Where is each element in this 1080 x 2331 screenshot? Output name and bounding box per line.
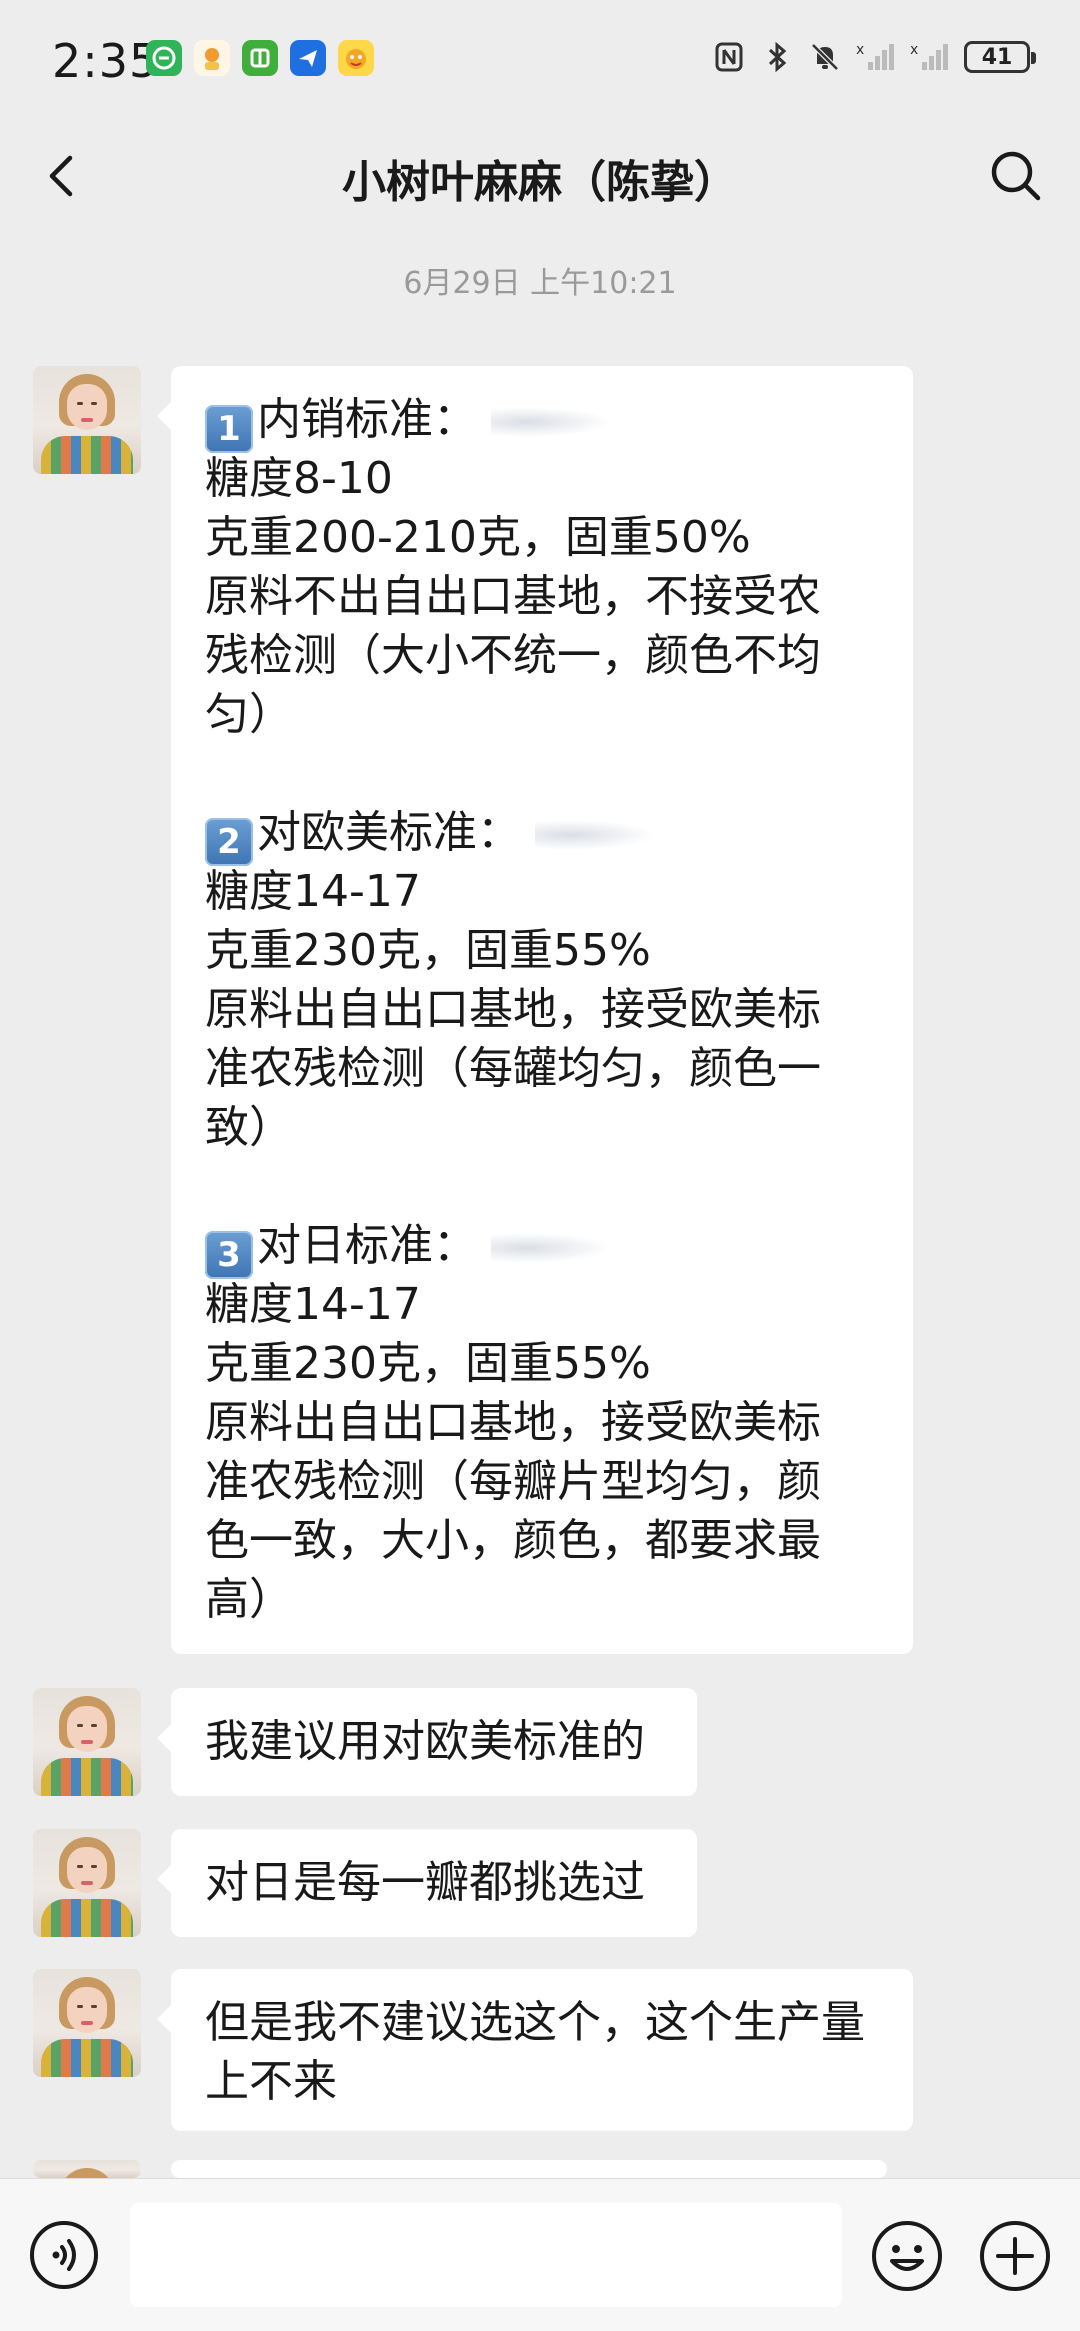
message-line: 准农残检测（每瓣片型均匀，颜 <box>205 1456 821 1507</box>
chat-title: 小树叶麻麻（陈挚） <box>342 157 738 208</box>
message-bubble[interactable]: 我建议用对欧美标准的 <box>157 1688 697 1796</box>
number-3-badge-icon: 3 <box>205 1231 253 1279</box>
blurred-content <box>491 407 611 437</box>
message-line: 残检测（大小不统一，颜色不均 <box>205 630 821 681</box>
orange-mascot-app-icon <box>194 40 230 76</box>
search-icon[interactable] <box>986 146 1046 206</box>
number-1-badge-icon: 1 <box>205 405 253 453</box>
message-line: 原料出自出口基地，接受欧美标 <box>205 984 821 1035</box>
message-line: 3 对日标准： <box>205 1216 879 1279</box>
message-line: 对日是每一瓣都挑选过 <box>205 1857 645 1908</box>
message-bubble[interactable]: 但是我不建议选这个，这个生产量 上不来 <box>157 1969 913 2131</box>
message-line: 原料出自出口基地，接受欧美标 <box>205 1397 821 1448</box>
green-app-icon <box>242 40 278 76</box>
message-bubble[interactable] <box>157 2160 887 2224</box>
message-line: 克重230克，固重55% <box>205 1338 651 1389</box>
avatar[interactable] <box>33 366 141 474</box>
message-input[interactable] <box>130 2203 842 2307</box>
avatar[interactable] <box>33 1688 141 1796</box>
avatar[interactable] <box>33 2160 141 2178</box>
bluetooth-icon <box>768 41 787 73</box>
message-line: 糖度14-17 <box>205 866 421 917</box>
blurred-content <box>535 820 655 850</box>
signal-x-icon: x <box>856 42 894 70</box>
nfc-icon <box>715 42 743 72</box>
message-text: 对欧美标准： <box>257 807 521 858</box>
avatar[interactable] <box>33 1969 141 2077</box>
chat-header: 小树叶麻麻（陈挚） <box>0 120 1080 232</box>
message-line: 我建议用对欧美标准的 <box>205 1716 645 1767</box>
more-options-plus-icon[interactable] <box>978 2219 1052 2293</box>
message-timestamp: 6月29日 上午10:21 <box>403 266 677 301</box>
number-2-badge-icon: 2 <box>205 818 253 866</box>
input-bar <box>0 2178 1080 2331</box>
blue-plane-app-icon <box>290 40 326 76</box>
voice-input-icon[interactable] <box>28 2219 100 2291</box>
battery-icon: 41 <box>964 41 1036 73</box>
message-line: 2 对欧美标准： <box>205 803 879 866</box>
message-line: 原料不出自出口基地，不接受农 <box>205 571 821 622</box>
svg-text:x: x <box>910 42 918 58</box>
status-time: 2:35 <box>52 34 160 88</box>
message-line: 准农残检测（每罐均匀，颜色一 <box>205 1043 821 1094</box>
battery-level: 41 <box>981 44 1013 70</box>
message-line: 糖度8-10 <box>205 453 393 504</box>
message-line: 但是我不建议选这个，这个生产量 <box>205 1997 865 2048</box>
message-line: 致） <box>205 1102 293 1153</box>
message-line: 克重230克，固重55% <box>205 925 651 976</box>
message-line: 色一致，大小，颜色，都要求最 <box>205 1515 821 1566</box>
mute-bell-icon <box>811 43 839 71</box>
message-line: 克重200-210克，固重50% <box>205 512 751 563</box>
chat-screen: 2:35 x x 41 小树叶麻麻（陈挚） 6月29日 上午10:21 1 内销… <box>0 0 1080 2331</box>
avatar[interactable] <box>33 1829 141 1937</box>
message-line: 上不来 <box>205 2056 337 2107</box>
status-bar: 2:35 x x 41 <box>0 0 1080 120</box>
notification-app-icons <box>146 40 374 76</box>
svg-text:x: x <box>856 42 864 58</box>
blurred-content <box>491 1233 611 1263</box>
message-text: 对日标准： <box>257 1220 477 1271</box>
message-line: 高） <box>205 1574 293 1625</box>
signal-x-icon: x <box>910 42 948 70</box>
system-status-icons: x x 41 <box>712 40 1036 74</box>
message-bubble[interactable]: 1 内销标准： 糖度8-10 克重200-210克，固重50% 原料不出自出口基地… <box>157 366 913 1654</box>
message-bubble[interactable]: 对日是每一瓣都挑选过 <box>157 1829 697 1937</box>
message-line: 1 内销标准： <box>205 390 879 453</box>
yellow-cartoon-app-icon <box>338 40 374 76</box>
emoji-icon[interactable] <box>870 2219 944 2293</box>
message-line: 糖度14-17 <box>205 1279 421 1330</box>
message-text: 内销标准： <box>257 394 477 445</box>
green-leaf-app-icon <box>146 40 182 76</box>
message-line: 匀） <box>205 689 293 740</box>
